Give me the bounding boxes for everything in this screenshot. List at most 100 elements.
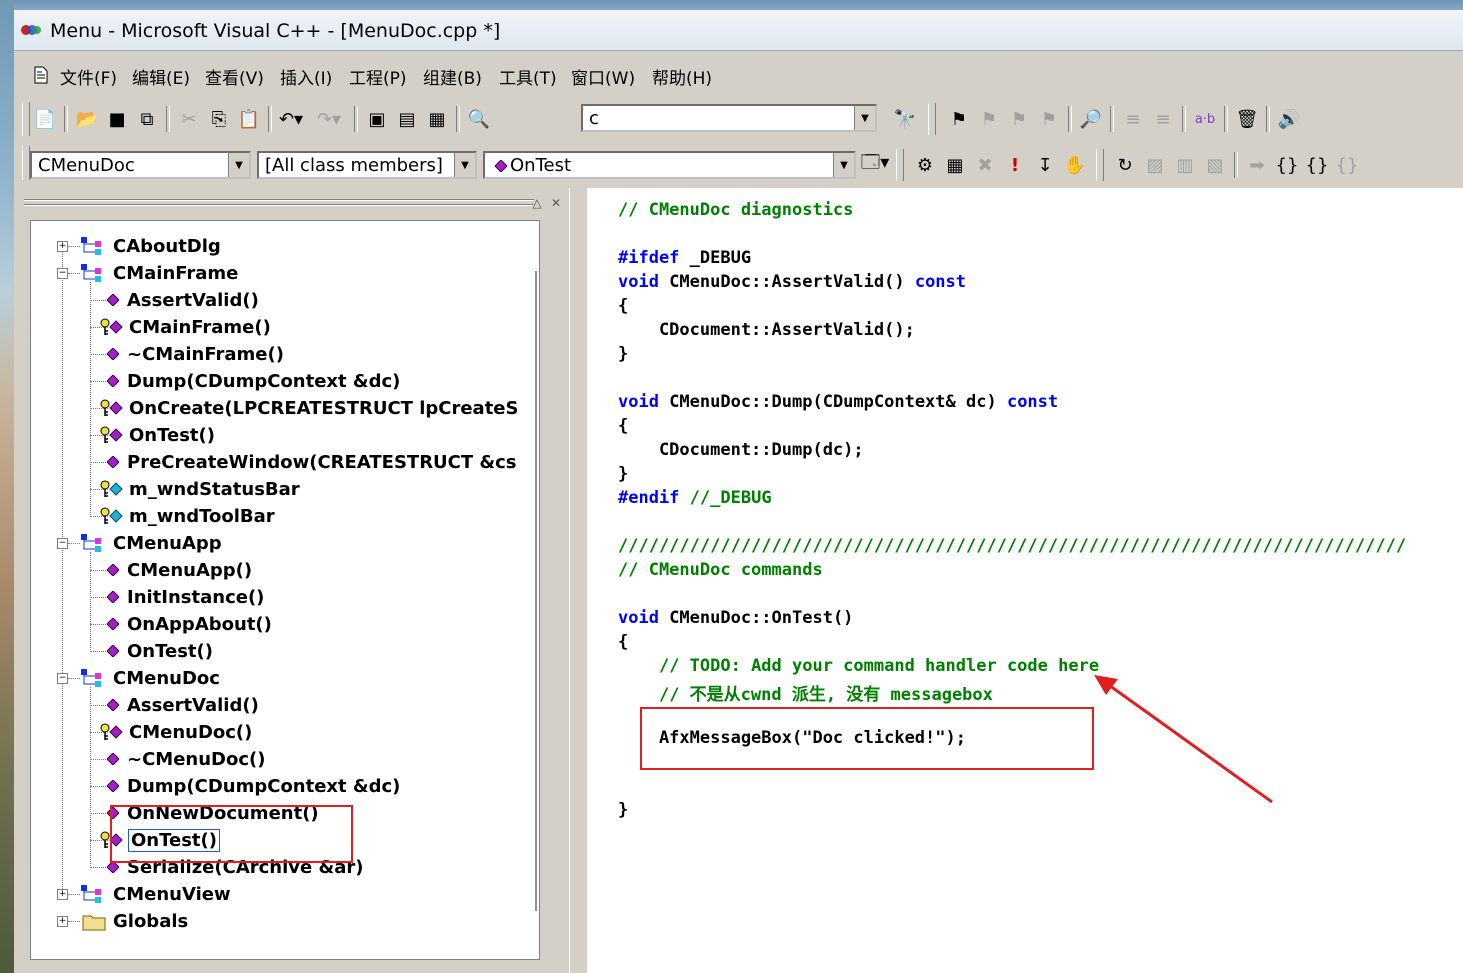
member-combo[interactable]: OnTest ▼: [483, 151, 856, 179]
menu-window[interactable]: 窗口(W): [571, 64, 635, 89]
menu-file[interactable]: 文件(F): [60, 64, 117, 89]
chevron-down-icon[interactable]: ▼: [833, 153, 854, 177]
title-bar[interactable]: Menu - Microsoft Visual C++ - [MenuDoc.c…: [14, 10, 1463, 51]
chevron-down-icon[interactable]: ▼: [854, 106, 875, 130]
tree-member-item[interactable]: m_wndToolBar: [99, 503, 275, 529]
cut-icon[interactable]: ✂: [174, 105, 204, 133]
tree-member-item[interactable]: AssertValid(): [107, 692, 259, 718]
paste-icon[interactable]: 📋: [234, 105, 264, 133]
tree-vertical-scrollbar[interactable]: [535, 271, 537, 911]
chevron-down-icon[interactable]: ▼: [228, 153, 249, 177]
clear-bookmarks-icon[interactable]: ⚑: [1034, 105, 1064, 133]
compile-icon[interactable]: ⚙: [910, 151, 940, 179]
breakpoint-hand-icon[interactable]: ✋: [1060, 151, 1090, 179]
toolbar-grip[interactable]: [896, 149, 904, 181]
tree-member-item[interactable]: OnCreate(LPCREATESTRUCT lpCreateS: [99, 395, 518, 421]
binoculars-icon[interactable]: 🔎: [1076, 105, 1106, 133]
replace-icon[interactable]: a·b: [1190, 105, 1220, 133]
tree-expander[interactable]: +: [57, 916, 68, 927]
show-next-icon[interactable]: ➡: [1242, 151, 1272, 179]
tree-member-item[interactable]: CMenuDoc(): [99, 719, 252, 745]
wizardbar-grip[interactable]: [22, 146, 30, 180]
toolbar-separator: [1182, 106, 1186, 132]
bookmark-icon[interactable]: ⚑: [944, 105, 974, 133]
toolbar-grip[interactable]: [928, 103, 936, 135]
tree-class-item[interactable]: Globals: [81, 908, 188, 934]
tree-member-item[interactable]: ~CMainFrame(): [107, 341, 284, 367]
delete-icon[interactable]: 🗑: [1232, 105, 1262, 133]
tree-member-item[interactable]: m_wndStatusBar: [99, 476, 300, 502]
stop-build-icon[interactable]: ✖: [970, 151, 1000, 179]
step-over-icon[interactable]: {}: [1302, 151, 1332, 179]
tree-member-item[interactable]: Dump(CDumpContext &dc): [107, 368, 400, 394]
tree-member-item[interactable]: OnAppAbout(): [107, 611, 272, 637]
tree-class-item[interactable]: CMenuDoc: [81, 665, 220, 691]
tree-expander[interactable]: +: [57, 241, 68, 252]
editor-gutter[interactable]: [587, 188, 617, 973]
undo-icon[interactable]: ↶▾: [276, 105, 306, 133]
execute-icon[interactable]: !: [1000, 151, 1030, 179]
close-pane-icon[interactable]: ✕: [548, 196, 564, 212]
break-icon[interactable]: ▥: [1170, 151, 1200, 179]
open-icon[interactable]: 📂: [72, 105, 102, 133]
window-list-icon[interactable]: ▦: [422, 105, 452, 133]
tree-member-item[interactable]: CMenuApp(): [107, 557, 252, 583]
step-into-icon[interactable]: {}: [1272, 151, 1302, 179]
tree-class-item[interactable]: CMenuView: [81, 881, 231, 907]
speaker-icon[interactable]: 🔊: [1274, 105, 1304, 133]
find-in-files-icon[interactable]: 🔍: [464, 105, 494, 133]
prev-bookmark-icon[interactable]: ⚑: [974, 105, 1004, 133]
new-text-file-icon[interactable]: 📄: [30, 105, 60, 133]
tree-expander[interactable]: +: [57, 889, 68, 900]
tree-member-item[interactable]: OnTest(): [99, 422, 215, 448]
tree-class-item[interactable]: CMainFrame: [81, 260, 238, 286]
redo-icon[interactable]: ↷▾: [314, 105, 344, 133]
tree-expander[interactable]: −: [57, 538, 68, 549]
step-out-icon[interactable]: {}: [1332, 151, 1362, 179]
copy-icon[interactable]: ⎘: [204, 105, 234, 133]
menu-project[interactable]: 工程(P): [349, 64, 407, 89]
menu-tools[interactable]: 工具(T): [499, 64, 557, 89]
code-line: }: [618, 800, 628, 824]
save-icon[interactable]: ■: [102, 105, 132, 133]
menu-help[interactable]: 帮助(H): [652, 64, 712, 89]
filter-combo[interactable]: [All class members] ▼: [257, 151, 477, 179]
menu-insert[interactable]: 插入(I): [280, 64, 332, 89]
tree-expander[interactable]: −: [57, 268, 68, 279]
workspace-icon[interactable]: ▣: [362, 105, 392, 133]
workspace-header[interactable]: △ ✕: [24, 196, 561, 212]
tree-member-item[interactable]: OnTest(): [107, 638, 213, 664]
tree-member-item[interactable]: Dump(CDumpContext &dc): [107, 773, 400, 799]
outdent-icon[interactable]: ≡: [1148, 105, 1178, 133]
tree-member-item[interactable]: ~CMenuDoc(): [107, 746, 265, 772]
code-editor[interactable]: // CMenuDoc diagnostics #ifdef _DEBUG void…: [587, 188, 1463, 973]
chevron-down-icon[interactable]: ▼: [454, 153, 475, 177]
restart-icon[interactable]: ↻: [1110, 151, 1140, 179]
pane-splitter[interactable]: [569, 188, 589, 973]
tree-member-item[interactable]: AssertValid(): [107, 287, 259, 313]
search-icon[interactable]: 🔭: [890, 105, 920, 133]
toolbar-grip[interactable]: [22, 102, 30, 136]
wizard-action-icon[interactable]: 🗔▾: [860, 151, 890, 179]
tree-class-item[interactable]: CMenuApp: [81, 530, 222, 556]
maximize-pane-icon[interactable]: △: [529, 196, 545, 212]
build-icon[interactable]: ▦: [940, 151, 970, 179]
menu-build[interactable]: 组建(B): [423, 64, 482, 89]
next-bookmark-icon[interactable]: ⚑: [1004, 105, 1034, 133]
tree-member-item[interactable]: PreCreateWindow(CREATESTRUCT &cs: [107, 449, 517, 475]
tree-member-item[interactable]: CMainFrame(): [99, 314, 271, 340]
menu-edit[interactable]: 编辑(E): [132, 64, 190, 89]
go-icon[interactable]: ↧: [1030, 151, 1060, 179]
apply-changes-icon[interactable]: ▧: [1200, 151, 1230, 179]
tree-expander[interactable]: −: [57, 673, 68, 684]
save-all-icon[interactable]: ⧉: [132, 105, 162, 133]
toolbar-grip[interactable]: [1096, 149, 1104, 181]
stop-debug-icon[interactable]: ▨: [1140, 151, 1170, 179]
find-combo[interactable]: c ▼: [581, 104, 877, 132]
tree-member-item[interactable]: InitInstance(): [107, 584, 264, 610]
tree-class-item[interactable]: CAboutDlg: [81, 233, 221, 259]
indent-icon[interactable]: ≡: [1118, 105, 1148, 133]
menu-view[interactable]: 查看(V): [205, 64, 264, 89]
class-combo[interactable]: CMenuDoc ▼: [30, 151, 251, 179]
output-icon[interactable]: ▤: [392, 105, 422, 133]
